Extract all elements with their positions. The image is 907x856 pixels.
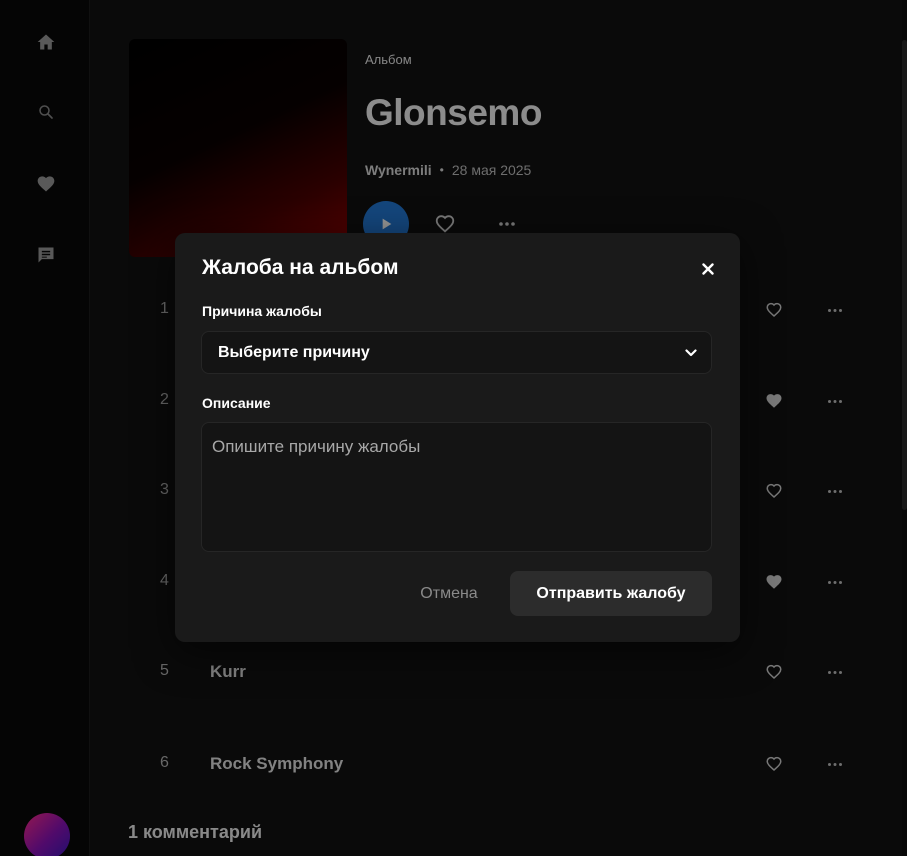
reason-select[interactable]: Выберите причину — [201, 331, 712, 374]
reason-label: Причина жалобы — [202, 303, 322, 319]
description-textarea[interactable] — [201, 422, 712, 552]
close-icon — [702, 263, 714, 275]
reason-select-value: Выберите причину — [218, 343, 370, 361]
report-album-modal: Жалоба на альбом Причина жалобы Выберите… — [175, 233, 740, 642]
modal-title: Жалоба на альбом — [202, 256, 399, 279]
chevron-down-icon — [685, 348, 697, 356]
close-button[interactable] — [696, 257, 720, 281]
description-label: Описание — [202, 395, 271, 411]
cancel-button[interactable]: Отмена — [407, 572, 491, 616]
submit-report-button[interactable]: Отправить жалобу — [510, 571, 712, 616]
